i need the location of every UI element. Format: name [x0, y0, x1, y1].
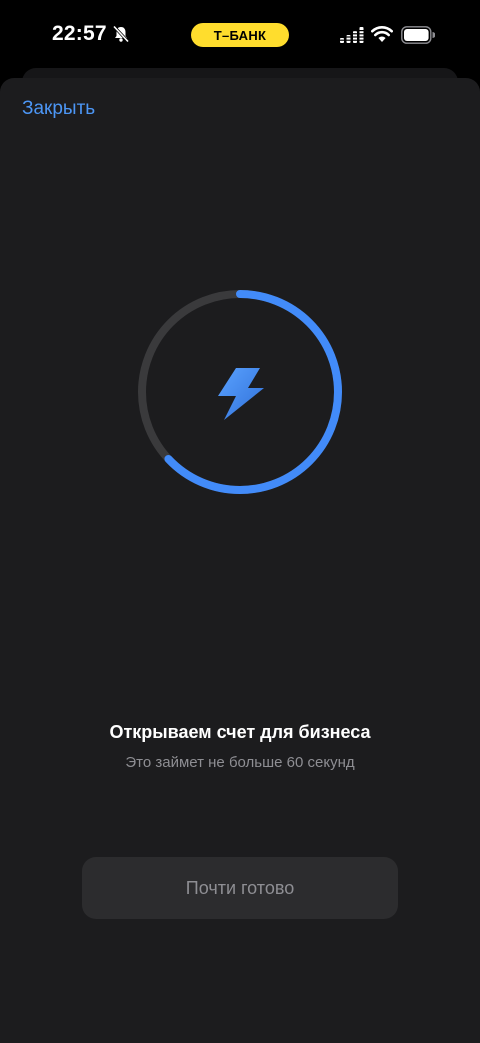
- status-time: 22:57: [52, 22, 107, 45]
- status-bar: 22:57 Т–БАНК: [0, 0, 480, 70]
- close-button[interactable]: Закрыть: [22, 98, 95, 120]
- modal-sheet: Закрыть Открываем счет для бизнеса Это з…: [0, 78, 480, 1043]
- page-title: Открываем счет для бизнеса: [109, 722, 371, 742]
- lightning-icon: [218, 368, 264, 420]
- bell-off-icon: [112, 25, 130, 43]
- wifi-icon: [371, 26, 393, 42]
- page-subtitle: Это займет не больше 60 секунд: [125, 754, 355, 771]
- signal-icon: [340, 27, 364, 43]
- carrier-badge: Т–БАНК: [191, 23, 289, 47]
- almost-ready-button[interactable]: Почти готово: [82, 857, 398, 919]
- battery-icon: [401, 26, 435, 44]
